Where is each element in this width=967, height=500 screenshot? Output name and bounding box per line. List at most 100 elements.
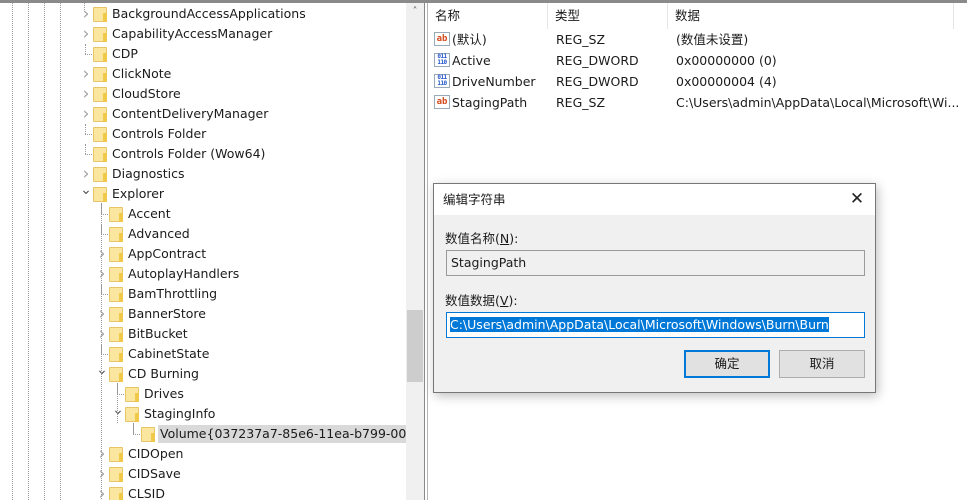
tree-item-label[interactable]: CD Burning	[126, 365, 201, 383]
chevron-right-icon[interactable]	[96, 464, 108, 484]
value-data: 0x00000000 (0)	[676, 53, 777, 68]
tree-item-label[interactable]: AutoplayHandlers	[126, 265, 241, 283]
chevron-right-icon[interactable]	[96, 304, 108, 324]
tree-item-label[interactable]: Drives	[142, 385, 186, 403]
binary-value-icon: 011 110	[434, 74, 450, 88]
chevron-right-icon[interactable]	[80, 104, 92, 124]
tree-item-label[interactable]: BamThrottling	[126, 285, 219, 303]
tree-item-label[interactable]: BannerStore	[126, 305, 208, 323]
tree-item-label[interactable]: Controls Folder	[110, 125, 208, 143]
tree-scrollbar[interactable]: ˄	[406, 3, 424, 500]
chevron-right-icon[interactable]	[96, 484, 108, 500]
tree-item-label[interactable]: CabinetState	[126, 345, 211, 363]
tree-connector	[128, 424, 140, 444]
tree-item[interactable]: Volume{037237a7-85e6-11ea-b799-0025f2	[0, 424, 424, 444]
value-data: 0x00000004 (4)	[676, 74, 777, 89]
chevron-down-icon[interactable]	[112, 404, 124, 424]
folder-icon	[109, 227, 123, 242]
column-header-name[interactable]: 名称	[428, 3, 548, 29]
tree-item[interactable]: StagingInfo	[0, 404, 405, 424]
tree-connector	[96, 284, 108, 304]
tree-item-label[interactable]: BackgroundAccessApplications	[110, 5, 308, 23]
tree-connector	[96, 224, 108, 244]
tree-item[interactable]: BitBucket	[0, 324, 405, 344]
chevron-right-icon[interactable]	[96, 264, 108, 284]
column-header-type[interactable]: 类型	[548, 3, 668, 29]
tree-item-label[interactable]: Advanced	[126, 225, 192, 243]
tree-item[interactable]: BackgroundAccessApplications	[0, 4, 405, 24]
tree-item[interactable]: BannerStore	[0, 304, 405, 324]
value-row[interactable]: 011 110 Active REG_DWORD 0x00000000 (0)	[428, 50, 967, 71]
tree-item-label[interactable]: ContentDeliveryManager	[110, 105, 270, 123]
tree-item[interactable]: ClickNote	[0, 64, 405, 84]
tree-item[interactable]: CLSID	[0, 484, 405, 500]
chevron-up-icon[interactable]: ˄	[406, 3, 424, 21]
tree-connector	[80, 44, 92, 64]
tree-item[interactable]: CloudStore	[0, 84, 405, 104]
tree-item[interactable]: Accent	[0, 204, 405, 224]
chevron-right-icon[interactable]	[80, 84, 92, 104]
value-name: (默认)	[452, 32, 487, 47]
tree-item-label[interactable]: BitBucket	[126, 325, 190, 343]
tree-item[interactable]: Controls Folder (Wow64)	[0, 144, 405, 164]
tree-connector	[96, 204, 108, 224]
value-name-field[interactable]: StagingPath	[446, 250, 865, 276]
chevron-right-icon[interactable]	[96, 324, 108, 344]
value-data-label: 数值数据(V):	[445, 290, 518, 309]
tree-item[interactable]: AppContract	[0, 244, 405, 264]
dialog-titlebar[interactable]: 编辑字符串 ✕	[434, 184, 875, 215]
tree-item[interactable]: Explorer	[0, 184, 405, 204]
tree-item[interactable]: CIDOpen	[0, 444, 405, 464]
chevron-right-icon[interactable]	[80, 24, 92, 44]
tree-item-label[interactable]: StagingInfo	[142, 405, 217, 423]
string-value-icon: ab	[434, 95, 450, 109]
cancel-button[interactable]: 取消	[779, 350, 865, 378]
tree-item[interactable]: CD Burning	[0, 364, 405, 384]
tree-item[interactable]: CDP	[0, 44, 405, 64]
tree-item-label[interactable]: CLSID	[126, 485, 167, 500]
tree-item-label[interactable]: CloudStore	[110, 85, 183, 103]
tree-item-label[interactable]: Controls Folder (Wow64)	[110, 145, 267, 163]
tree-item-label[interactable]: CDP	[110, 45, 140, 63]
tree-item-label[interactable]: CIDSave	[126, 465, 183, 483]
tree-item[interactable]: Advanced	[0, 224, 405, 244]
tree-item[interactable]: ContentDeliveryManager	[0, 104, 405, 124]
tree-item-label[interactable]: Accent	[126, 205, 173, 223]
chevron-right-icon[interactable]	[80, 164, 92, 184]
chevron-right-icon[interactable]	[96, 444, 108, 464]
tree-item-label[interactable]: ClickNote	[110, 65, 173, 83]
tree-item-label[interactable]: CapabilityAccessManager	[110, 25, 274, 43]
close-icon[interactable]: ✕	[839, 184, 875, 215]
tree-item[interactable]: AutoplayHandlers	[0, 264, 405, 284]
tree-item[interactable]: Controls Folder	[0, 124, 405, 144]
tree-item-label[interactable]: Volume{037237a7-85e6-11ea-b799-0025f2	[158, 425, 424, 443]
ok-button[interactable]: 确定	[684, 350, 770, 378]
folder-icon	[93, 47, 107, 62]
tree-item-label[interactable]: Diagnostics	[110, 165, 187, 183]
value-name-label-suffix: ):	[509, 231, 519, 246]
edit-string-dialog: 编辑字符串 ✕ 数值名称(N): StagingPath 数值数据(V): C:…	[433, 183, 876, 393]
value-row[interactable]: ab StagingPath REG_SZ C:\Users\admin\AppDat…	[428, 92, 967, 113]
registry-key-tree[interactable]: BackgroundAccessApplications CapabilityAc…	[0, 3, 424, 500]
tree-item-label[interactable]: AppContract	[126, 245, 208, 263]
tree-item[interactable]: Drives	[0, 384, 405, 404]
tree-item[interactable]: CapabilityAccessManager	[0, 24, 405, 44]
tree-item[interactable]: BamThrottling	[0, 284, 405, 304]
scrollbar-thumb[interactable]	[407, 310, 423, 382]
folder-icon	[109, 347, 123, 362]
tree-item-label[interactable]: CIDOpen	[126, 445, 185, 463]
tree-item[interactable]: CabinetState	[0, 344, 405, 364]
chevron-down-icon[interactable]	[96, 364, 108, 384]
chevron-right-icon[interactable]	[80, 64, 92, 84]
chevron-right-icon[interactable]	[80, 4, 92, 24]
value-row[interactable]: ab (默认) REG_SZ (数值未设置)	[428, 29, 967, 50]
value-data-input[interactable]: C:\Users\admin\AppData\Local\Microsoft\W…	[446, 312, 865, 338]
tree-item[interactable]: CIDSave	[0, 464, 405, 484]
chevron-down-icon[interactable]	[80, 184, 92, 204]
value-row[interactable]: 011 110 DriveNumber REG_DWORD 0x00000004 (4)	[428, 71, 967, 92]
column-header-data[interactable]: 数据	[668, 3, 954, 29]
tree-item-label[interactable]: Explorer	[110, 185, 166, 203]
value-type: REG_SZ	[556, 32, 606, 47]
tree-item[interactable]: Diagnostics	[0, 164, 405, 184]
chevron-right-icon[interactable]	[96, 244, 108, 264]
